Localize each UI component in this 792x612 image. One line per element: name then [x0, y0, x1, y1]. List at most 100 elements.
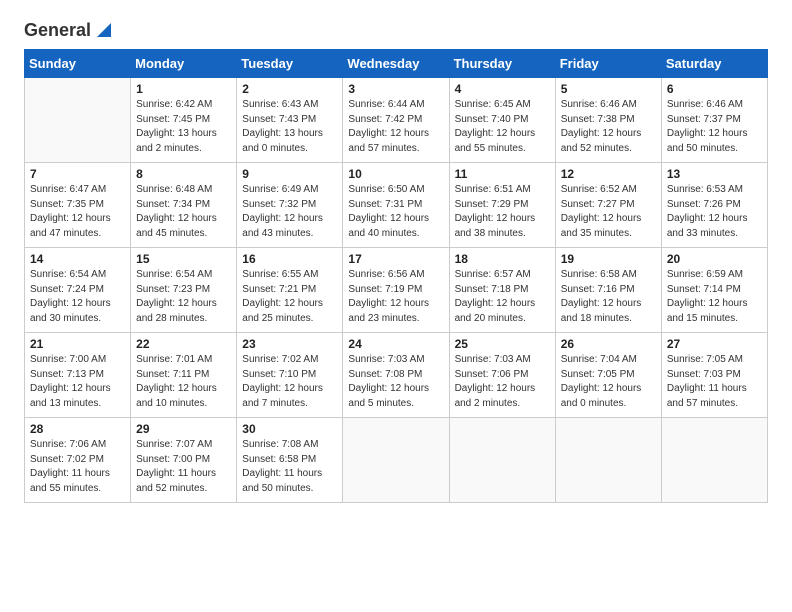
calendar-cell [555, 418, 661, 503]
calendar-cell: 29 Sunrise: 7:07 AMSunset: 7:00 PMDayligh… [131, 418, 237, 503]
calendar-cell: 25Sunrise: 7:03 AMSunset: 7:06 PMDayligh… [449, 333, 555, 418]
calendar-cell: 7Sunrise: 6:47 AMSunset: 7:35 PMDaylight… [25, 163, 131, 248]
calendar-cell: 27 Sunrise: 7:05 AMSunset: 7:03 PMDayligh… [661, 333, 767, 418]
calendar-cell: 17 Sunrise: 6:56 AMSunset: 7:19 PMDayligh… [343, 248, 449, 333]
day-number: 30 [242, 422, 337, 436]
day-info: Sunrise: 6:59 AMSunset: 7:14 PMDaylight:… [667, 268, 762, 326]
day-info: Sunrise: 6:52 AMSunset: 7:27 PMDaylight:… [561, 183, 656, 241]
calendar-cell: 5Sunrise: 6:46 AMSunset: 7:38 PMDaylight… [555, 78, 661, 163]
day-number: 12 [561, 167, 656, 181]
day-info: Sunrise: 7:07 AMSunset: 7:00 PMDaylight:… [136, 438, 231, 496]
calendar-cell: 11 Sunrise: 6:51 AMSunset: 7:29 PMDayligh… [449, 163, 555, 248]
day-number: 27 [667, 337, 762, 351]
calendar-week-row: 1Sunrise: 6:42 AMSunset: 7:45 PMDaylight… [25, 78, 768, 163]
day-info: Sunrise: 6:56 AMSunset: 7:19 PMDaylight:… [348, 268, 443, 326]
day-number: 2 [242, 82, 337, 96]
day-info: Sunrise: 6:43 AMSunset: 7:43 PMDaylight:… [242, 98, 337, 156]
day-info: Sunrise: 6:57 AMSunset: 7:18 PMDaylight:… [455, 268, 550, 326]
day-info: Sunrise: 7:05 AMSunset: 7:03 PMDaylight:… [667, 353, 762, 411]
weekday-header-monday: Monday [131, 50, 237, 78]
weekday-header-friday: Friday [555, 50, 661, 78]
day-info: Sunrise: 7:00 AMSunset: 7:13 PMDaylight:… [30, 353, 125, 411]
calendar-cell [25, 78, 131, 163]
calendar-cell: 10 Sunrise: 6:50 AMSunset: 7:31 PMDayligh… [343, 163, 449, 248]
calendar-cell: 15 Sunrise: 6:54 AMSunset: 7:23 PMDayligh… [131, 248, 237, 333]
day-number: 8 [136, 167, 231, 181]
day-info: Sunrise: 6:51 AMSunset: 7:29 PMDaylight:… [455, 183, 550, 241]
day-info: Sunrise: 6:55 AMSunset: 7:21 PMDaylight:… [242, 268, 337, 326]
calendar-cell [343, 418, 449, 503]
day-number: 17 [348, 252, 443, 266]
weekday-header-row: SundayMondayTuesdayWednesdayThursdayFrid… [25, 50, 768, 78]
header: General [24, 20, 768, 41]
day-number: 29 [136, 422, 231, 436]
day-number: 26 [561, 337, 656, 351]
calendar-cell [661, 418, 767, 503]
calendar-cell: 1Sunrise: 6:42 AMSunset: 7:45 PMDaylight… [131, 78, 237, 163]
weekday-header-wednesday: Wednesday [343, 50, 449, 78]
day-info: Sunrise: 6:46 AMSunset: 7:37 PMDaylight:… [667, 98, 762, 156]
calendar-cell: 28 Sunrise: 7:06 AMSunset: 7:02 PMDayligh… [25, 418, 131, 503]
calendar-cell: 19Sunrise: 6:58 AMSunset: 7:16 PMDayligh… [555, 248, 661, 333]
day-info: Sunrise: 6:44 AMSunset: 7:42 PMDaylight:… [348, 98, 443, 156]
day-number: 19 [561, 252, 656, 266]
day-info: Sunrise: 7:02 AMSunset: 7:10 PMDaylight:… [242, 353, 337, 411]
calendar-cell: 30Sunrise: 7:08 AMSunset: 6:58 PMDayligh… [237, 418, 343, 503]
day-info: Sunrise: 6:53 AMSunset: 7:26 PMDaylight:… [667, 183, 762, 241]
calendar-cell: 16 Sunrise: 6:55 AMSunset: 7:21 PMDayligh… [237, 248, 343, 333]
calendar-week-row: 7Sunrise: 6:47 AMSunset: 7:35 PMDaylight… [25, 163, 768, 248]
weekday-header-saturday: Saturday [661, 50, 767, 78]
day-info: Sunrise: 7:01 AMSunset: 7:11 PMDaylight:… [136, 353, 231, 411]
day-number: 11 [455, 167, 550, 181]
calendar-cell: 24Sunrise: 7:03 AMSunset: 7:08 PMDayligh… [343, 333, 449, 418]
calendar-cell: 22 Sunrise: 7:01 AMSunset: 7:11 PMDayligh… [131, 333, 237, 418]
day-info: Sunrise: 7:03 AMSunset: 7:08 PMDaylight:… [348, 353, 443, 411]
day-info: Sunrise: 7:06 AMSunset: 7:02 PMDaylight:… [30, 438, 125, 496]
calendar-cell: 26 Sunrise: 7:04 AMSunset: 7:05 PMDayligh… [555, 333, 661, 418]
weekday-header-sunday: Sunday [25, 50, 131, 78]
day-number: 14 [30, 252, 125, 266]
calendar-cell: 8Sunrise: 6:48 AMSunset: 7:34 PMDaylight… [131, 163, 237, 248]
day-number: 18 [455, 252, 550, 266]
day-number: 5 [561, 82, 656, 96]
calendar-cell: 4 Sunrise: 6:45 AMSunset: 7:40 PMDaylight… [449, 78, 555, 163]
day-number: 4 [455, 82, 550, 96]
calendar-cell [449, 418, 555, 503]
calendar-week-row: 28 Sunrise: 7:06 AMSunset: 7:02 PMDayligh… [25, 418, 768, 503]
day-info: Sunrise: 6:42 AMSunset: 7:45 PMDaylight:… [136, 98, 231, 156]
calendar-cell: 6 Sunrise: 6:46 AMSunset: 7:37 PMDaylight… [661, 78, 767, 163]
calendar-cell: 18 Sunrise: 6:57 AMSunset: 7:18 PMDayligh… [449, 248, 555, 333]
day-info: Sunrise: 6:45 AMSunset: 7:40 PMDaylight:… [455, 98, 550, 156]
day-number: 28 [30, 422, 125, 436]
calendar-cell: 14 Sunrise: 6:54 AMSunset: 7:24 PMDayligh… [25, 248, 131, 333]
calendar-week-row: 14 Sunrise: 6:54 AMSunset: 7:24 PMDayligh… [25, 248, 768, 333]
day-number: 16 [242, 252, 337, 266]
day-info: Sunrise: 6:50 AMSunset: 7:31 PMDaylight:… [348, 183, 443, 241]
calendar-cell: 21 Sunrise: 7:00 AMSunset: 7:13 PMDayligh… [25, 333, 131, 418]
calendar-cell: 2 Sunrise: 6:43 AMSunset: 7:43 PMDaylight… [237, 78, 343, 163]
day-number: 9 [242, 167, 337, 181]
day-number: 23 [242, 337, 337, 351]
day-info: Sunrise: 7:04 AMSunset: 7:05 PMDaylight:… [561, 353, 656, 411]
day-info: Sunrise: 6:54 AMSunset: 7:24 PMDaylight:… [30, 268, 125, 326]
day-number: 20 [667, 252, 762, 266]
day-info: Sunrise: 6:54 AMSunset: 7:23 PMDaylight:… [136, 268, 231, 326]
day-number: 13 [667, 167, 762, 181]
logo-triangle-icon [93, 19, 115, 41]
day-number: 10 [348, 167, 443, 181]
day-number: 22 [136, 337, 231, 351]
day-info: Sunrise: 6:49 AMSunset: 7:32 PMDaylight:… [242, 183, 337, 241]
logo: General [24, 20, 115, 41]
day-number: 15 [136, 252, 231, 266]
weekday-header-tuesday: Tuesday [237, 50, 343, 78]
weekday-header-thursday: Thursday [449, 50, 555, 78]
day-number: 6 [667, 82, 762, 96]
day-number: 21 [30, 337, 125, 351]
day-info: Sunrise: 7:03 AMSunset: 7:06 PMDaylight:… [455, 353, 550, 411]
calendar-cell: 13 Sunrise: 6:53 AMSunset: 7:26 PMDayligh… [661, 163, 767, 248]
calendar-week-row: 21 Sunrise: 7:00 AMSunset: 7:13 PMDayligh… [25, 333, 768, 418]
day-number: 3 [348, 82, 443, 96]
calendar-cell: 12 Sunrise: 6:52 AMSunset: 7:27 PMDayligh… [555, 163, 661, 248]
logo-general-text: General [24, 20, 91, 41]
day-info: Sunrise: 6:47 AMSunset: 7:35 PMDaylight:… [30, 183, 125, 241]
